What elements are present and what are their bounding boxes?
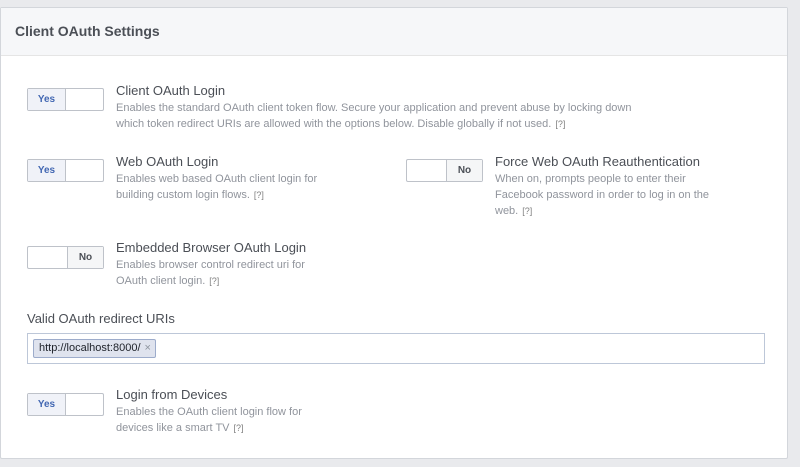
description-line: Enables the OAuth client login flow for xyxy=(116,406,302,418)
toggle-yes-label: Yes xyxy=(28,160,66,181)
help-link[interactable]: [?] xyxy=(209,276,219,286)
toggle-on-area xyxy=(407,160,447,181)
description-text: OAuth client login. xyxy=(116,275,206,287)
description-line: Facebook password in order to log in on … xyxy=(495,189,710,201)
toggle-yes-label: Yes xyxy=(28,89,66,110)
client-oauth-login-toggle[interactable]: Yes xyxy=(27,88,104,111)
description-text: devices like a smart TV xyxy=(116,422,230,434)
client-oauth-login-title: Client OAuth Login xyxy=(116,83,226,98)
web-oauth-login-description: Enables web based OAuth client login for… xyxy=(116,171,376,203)
description-line: building custom login flows. [?] xyxy=(116,187,376,203)
login-from-devices-description: Enables the OAuth client login flow for … xyxy=(116,404,376,436)
description-text: which token redirect URIs are allowed wi… xyxy=(116,118,552,130)
description-text: web. xyxy=(495,205,519,217)
description-text: building custom login flows. xyxy=(116,189,250,201)
remove-token-icon[interactable]: × xyxy=(145,340,151,357)
description-line: Enables the standard OAuth client token … xyxy=(116,102,632,114)
redirect-uri-token: http://localhost:8000/ × xyxy=(33,339,156,358)
description-line: devices like a smart TV [?] xyxy=(116,420,376,436)
description-line: which token redirect URIs are allowed wi… xyxy=(116,116,756,132)
toggle-off-area xyxy=(66,89,103,110)
description-line: Enables browser control redirect uri for xyxy=(116,259,305,271)
description-line: Enables web based OAuth client login for xyxy=(116,173,318,185)
panel-title: Client OAuth Settings xyxy=(1,8,787,56)
toggle-yes-label: Yes xyxy=(28,394,66,415)
help-link[interactable]: [?] xyxy=(254,190,264,200)
description-line: web. [?] xyxy=(495,203,765,219)
toggle-on-area xyxy=(28,247,68,268)
toggle-no-label: No xyxy=(447,160,482,181)
description-line: When on, prompts people to enter their xyxy=(495,173,686,185)
login-from-devices-toggle[interactable]: Yes xyxy=(27,393,104,416)
embedded-browser-login-toggle[interactable]: No xyxy=(27,246,104,269)
force-web-reauth-toggle[interactable]: No xyxy=(406,159,483,182)
force-web-reauth-title: Force Web OAuth Reauthentication xyxy=(495,154,700,169)
web-oauth-login-toggle[interactable]: Yes xyxy=(27,159,104,182)
toggle-off-area xyxy=(66,394,103,415)
toggle-off-area xyxy=(66,160,103,181)
redirect-uri-token-text: http://localhost:8000/ xyxy=(39,342,141,354)
client-oauth-login-description: Enables the standard OAuth client token … xyxy=(116,100,756,132)
redirect-uris-input[interactable]: http://localhost:8000/ × xyxy=(27,333,765,364)
force-web-reauth-description: When on, prompts people to enter their F… xyxy=(495,171,765,219)
help-link[interactable]: [?] xyxy=(522,206,532,216)
redirect-uris-label: Valid OAuth redirect URIs xyxy=(27,311,175,326)
web-oauth-login-title: Web OAuth Login xyxy=(116,154,219,169)
toggle-no-label: No xyxy=(68,247,103,268)
help-link[interactable]: [?] xyxy=(555,119,565,129)
client-oauth-settings-panel: Client OAuth Settings Yes Client OAuth L… xyxy=(0,7,788,459)
embedded-browser-login-title: Embedded Browser OAuth Login xyxy=(116,240,307,255)
login-from-devices-title: Login from Devices xyxy=(116,387,228,402)
embedded-browser-login-description: Enables browser control redirect uri for… xyxy=(116,257,376,289)
description-line: OAuth client login. [?] xyxy=(116,273,376,289)
help-link[interactable]: [?] xyxy=(234,423,244,433)
